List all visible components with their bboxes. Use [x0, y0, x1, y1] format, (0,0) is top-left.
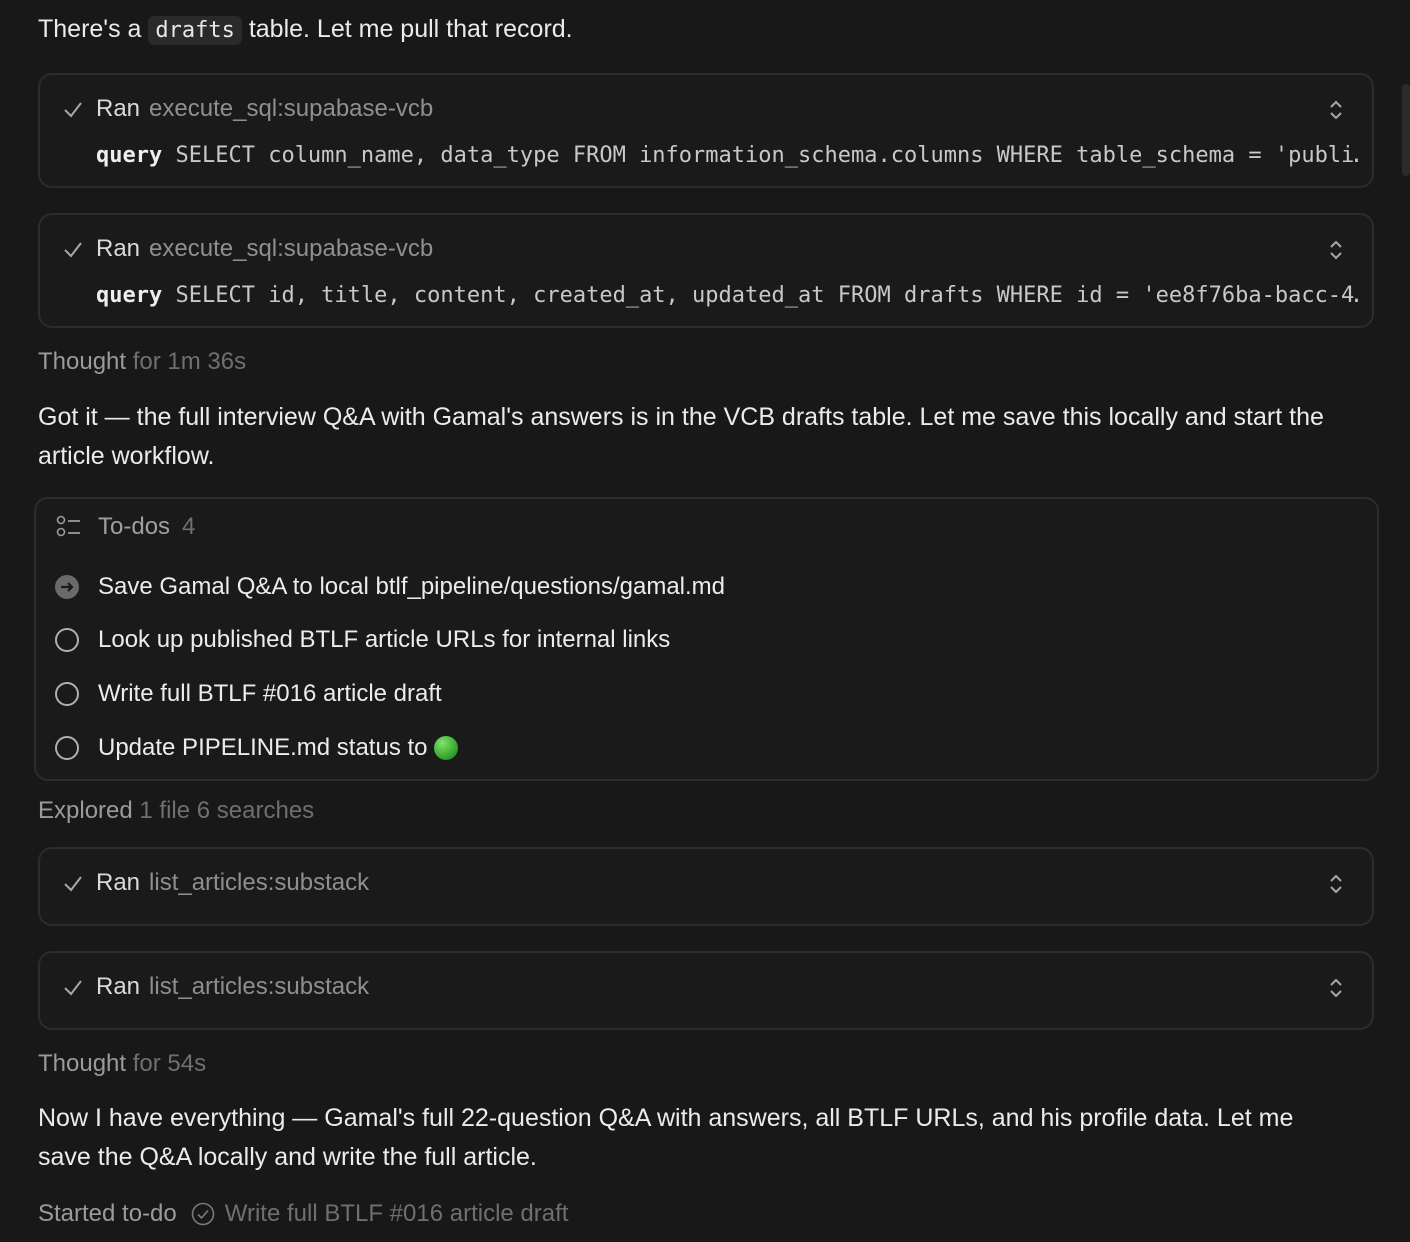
expand-collapse-icon[interactable]	[1326, 97, 1346, 123]
explored-detail: 1 file 6 searches	[139, 797, 315, 824]
tool-call-card[interactable]: Ran list_articles:substack	[38, 951, 1374, 1030]
todo-item[interactable]: Update PIPELINE.md status to	[54, 734, 458, 762]
tool-status: Ran	[96, 235, 141, 262]
expand-collapse-icon[interactable]	[1326, 871, 1346, 897]
tool-status: Ran	[96, 869, 141, 896]
query-value: SELECT column_name, data_type FROM infor…	[175, 143, 1358, 168]
tool-name: list_articles:substack	[149, 973, 370, 1000]
inline-code-drafts: drafts	[148, 16, 242, 45]
expand-collapse-icon[interactable]	[1326, 237, 1346, 263]
query-label: query	[96, 283, 163, 308]
todo-label: Update PIPELINE.md status to	[98, 734, 428, 761]
check-icon	[64, 876, 82, 892]
intro-message: There's a drafts table. Let me pull that…	[38, 10, 1350, 50]
intro-text-before: There's a	[38, 15, 149, 43]
tool-call-card[interactable]: Ran execute_sql:supabase-vcb query SELEC…	[38, 213, 1374, 328]
check-circle-icon	[191, 1202, 215, 1226]
query-value: SELECT id, title, content, created_at, u…	[175, 283, 1358, 308]
thought-duration: for 1m 36s	[132, 348, 247, 375]
thought-label: Thought	[38, 348, 127, 375]
tool-name: execute_sql:supabase-vcb	[149, 95, 434, 122]
todo-label: Write full BTLF #016 article draft	[98, 680, 442, 707]
todo-list-panel: To-dos 4 Save Gamal Q&A to local btlf_pi…	[34, 497, 1379, 781]
tool-call-header: Ran list_articles:substack	[62, 973, 369, 1001]
thought-indicator[interactable]: Thought for 1m 36s	[38, 348, 246, 376]
check-icon	[64, 242, 82, 258]
todo-label: Save Gamal Q&A to local btlf_pipeline/qu…	[98, 573, 726, 600]
check-icon	[64, 980, 82, 996]
tool-status: Ran	[96, 95, 141, 122]
pending-circle-icon	[55, 628, 79, 652]
tool-call-header: Ran list_articles:substack	[62, 869, 369, 897]
thought-duration: for 54s	[132, 1050, 207, 1077]
explored-indicator[interactable]: Explored 1 file 6 searches	[38, 797, 314, 825]
tool-status: Ran	[96, 973, 141, 1000]
started-todo-indicator: Started to-do Write full BTLF #016 artic…	[38, 1200, 568, 1228]
expand-collapse-icon[interactable]	[1326, 975, 1346, 1001]
started-label: Started to-do	[38, 1200, 177, 1227]
thought-label: Thought	[38, 1050, 127, 1077]
intro-text-after: table. Let me pull that record.	[241, 15, 573, 43]
tool-name: list_articles:substack	[149, 869, 370, 896]
checklist-icon	[56, 515, 80, 537]
assistant-message: Got it — the full interview Q&A with Gam…	[38, 403, 1324, 470]
tool-query: query SELECT id, title, content, created…	[96, 283, 1358, 308]
assistant-message: Now I have everything — Gamal's full 22-…	[38, 1104, 1294, 1171]
tool-call-card[interactable]: Ran execute_sql:supabase-vcb query SELEC…	[38, 73, 1374, 188]
explored-label: Explored	[38, 797, 133, 824]
todo-title: To-dos	[98, 513, 171, 540]
in-progress-arrow-icon	[55, 575, 79, 599]
thought-indicator[interactable]: Thought for 54s	[38, 1050, 206, 1078]
query-label: query	[96, 143, 163, 168]
started-task: Write full BTLF #016 article draft	[224, 1200, 569, 1227]
pending-circle-icon	[55, 736, 79, 760]
tool-call-header: Ran execute_sql:supabase-vcb	[62, 95, 433, 123]
todo-item[interactable]: Write full BTLF #016 article draft	[54, 680, 442, 708]
green-circle-icon	[433, 736, 458, 760]
todo-label: Look up published BTLF article URLs for …	[98, 626, 671, 653]
todo-item[interactable]: Look up published BTLF article URLs for …	[54, 626, 670, 654]
todo-count: 4	[182, 513, 196, 540]
todo-list-header: To-dos 4	[56, 513, 195, 541]
pending-circle-icon	[55, 682, 79, 706]
todo-item[interactable]: Save Gamal Q&A to local btlf_pipeline/qu…	[54, 573, 725, 601]
tool-call-card[interactable]: Ran list_articles:substack	[38, 847, 1374, 926]
tool-call-header: Ran execute_sql:supabase-vcb	[62, 235, 433, 263]
tool-name: execute_sql:supabase-vcb	[149, 235, 434, 262]
tool-query: query SELECT column_name, data_type FROM…	[96, 143, 1358, 168]
check-icon	[64, 102, 82, 118]
scrollbar-thumb[interactable]	[1402, 84, 1410, 176]
